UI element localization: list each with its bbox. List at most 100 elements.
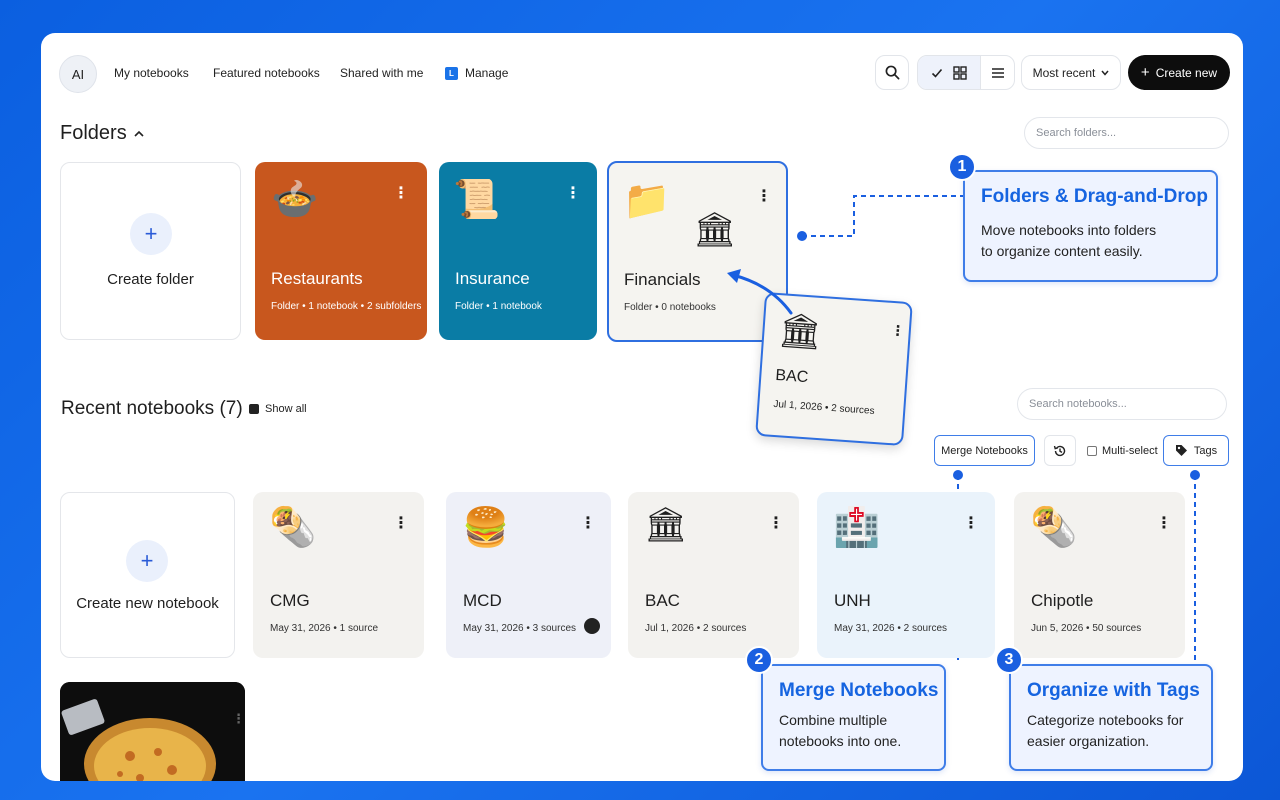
history-button[interactable] (1044, 435, 1076, 466)
show-all-label: Show all (265, 403, 307, 415)
plus-icon: + (126, 540, 168, 582)
tags-button[interactable]: Tags (1163, 435, 1229, 466)
search-folders-input[interactable]: Search folders... (1024, 117, 1229, 149)
create-notebook-card[interactable]: + Create new notebook (60, 492, 235, 658)
notebook-title: BAC (774, 366, 809, 387)
list-view-button[interactable] (980, 56, 1014, 89)
callout-title: Folders & Drag-and-Drop (981, 186, 1208, 207)
notebook-meta: Jul 1, 2026 • 2 sources (645, 623, 747, 634)
notebook-card-pizza[interactable]: ⋮ (60, 682, 245, 781)
recent-notebooks-title: Recent notebooks (7) (61, 398, 243, 419)
notebook-meta: Jun 5, 2026 • 50 sources (1031, 623, 1142, 634)
list-icon (991, 67, 1004, 78)
pizza-image (60, 682, 245, 781)
scroll-icon: 📜 (453, 177, 501, 221)
notebook-meta: May 31, 2026 • 1 source (270, 623, 379, 634)
multi-select-label: Multi-select (1102, 445, 1158, 457)
notebook-meta: Jul 1, 2026 • 2 sources (773, 398, 875, 417)
notebook-card-mcd[interactable]: 🍔 ⋮ MCD May 31, 2026 • 3 sources (446, 492, 611, 658)
folder-icon: 📁 (623, 178, 671, 222)
check-icon (931, 68, 943, 78)
plus-icon: + (130, 213, 172, 255)
folder-meta: Folder • 0 notebooks (624, 302, 716, 313)
notebook-meta: May 31, 2026 • 2 sources (834, 623, 948, 634)
more-options-icon[interactable]: ⋮ (963, 516, 979, 532)
notebook-title: Chipotle (1031, 591, 1094, 610)
more-options-icon[interactable]: ⋮ (393, 516, 409, 532)
create-folder-label: Create folder (107, 271, 194, 288)
notebook-title: BAC (645, 591, 680, 610)
notebook-title: MCD (463, 591, 502, 610)
create-notebook-label: Create new notebook (76, 595, 219, 612)
more-options-icon[interactable]: ⋮ (756, 189, 772, 205)
notebook-meta: May 31, 2026 • 3 sources (463, 623, 577, 634)
folder-meta: Folder • 1 notebook (455, 301, 542, 312)
avatar[interactable]: AI (59, 55, 97, 93)
notebook-card-unh[interactable]: 🏥 ⋮ UNH May 31, 2026 • 2 sources (817, 492, 995, 658)
folder-card-restaurants[interactable]: 🍲 ⋮ Restaurants Folder • 1 notebook • 2 … (255, 162, 427, 340)
checkbox-icon (249, 404, 259, 414)
create-new-button[interactable]: + Create new (1128, 55, 1230, 90)
notebook-card-bac[interactable]: 🏛 ⋮ BAC Jul 1, 2026 • 2 sources (628, 492, 799, 658)
nav-my-notebooks[interactable]: My notebooks (114, 66, 189, 80)
notebook-title: UNH (834, 591, 871, 610)
search-notebooks-input[interactable]: Search notebooks... (1017, 388, 1227, 420)
sort-dropdown[interactable]: Most recent (1021, 55, 1121, 90)
bank-icon: 🏛 (693, 210, 737, 250)
chevron-up-icon[interactable] (134, 130, 144, 137)
bank-icon: 🏛 (644, 505, 688, 545)
more-options-icon[interactable]: ⋮ (890, 322, 905, 339)
notebook-title: CMG (270, 591, 310, 610)
nav-shared-with-me[interactable]: Shared with me (340, 66, 423, 80)
multi-select-checkbox[interactable]: Multi-select (1087, 445, 1158, 457)
chevron-down-icon (1101, 70, 1109, 76)
callout-body: Combine multiple notebooks into one. (779, 712, 902, 749)
more-options-icon[interactable]: ⋮ (565, 186, 581, 202)
show-all-toggle[interactable]: Show all (249, 403, 307, 415)
callout-title: Organize with Tags (1027, 680, 1200, 701)
step-badge-1: 1 (948, 153, 976, 181)
callout-title: Merge Notebooks (779, 680, 939, 701)
history-icon (1053, 445, 1066, 456)
merge-notebooks-button[interactable]: Merge Notebooks (934, 435, 1035, 466)
shared-icon (584, 618, 600, 634)
create-folder-card[interactable]: + Create folder (60, 162, 241, 340)
burrito-icon: 🌯 (269, 505, 317, 549)
hospital-icon: 🏥 (833, 505, 881, 549)
more-options-icon[interactable]: ⋮ (768, 516, 784, 532)
step-badge-3: 3 (995, 646, 1023, 674)
callout-merge-notebooks: Merge Notebooks Combine multiple notebook… (761, 664, 946, 771)
drag-arrow-icon (727, 269, 793, 315)
folders-title: Folders (60, 122, 127, 144)
notebook-card-cmg[interactable]: 🌯 ⋮ CMG May 31, 2026 • 1 source (253, 492, 424, 658)
search-button[interactable] (875, 55, 909, 90)
nav-manage[interactable]: Manage (465, 66, 508, 80)
callout-folders-drag-drop: Folders & Drag-and-Drop Move notebooks i… (963, 170, 1218, 282)
connector-line-1 (797, 195, 964, 241)
folder-title: Restaurants (271, 269, 363, 288)
checkbox (1087, 446, 1097, 456)
callout-organize-tags: Organize with Tags Categorize notebooks … (1009, 664, 1213, 771)
burrito-icon: 🌯 (1030, 505, 1078, 549)
more-options-icon[interactable]: ⋮ (393, 186, 409, 202)
grid-view-button[interactable] (918, 56, 980, 89)
folder-card-insurance[interactable]: 📜 ⋮ Insurance Folder • 1 notebook (439, 162, 597, 340)
pot-of-food-icon: 🍲 (271, 177, 319, 221)
app-window: AI My notebooks Featured notebooks Share… (41, 33, 1243, 781)
more-options-icon[interactable]: ⋮ (232, 712, 245, 725)
step-badge-2: 2 (745, 646, 773, 674)
plus-icon: + (1140, 64, 1150, 81)
hamburger-icon: 🍔 (462, 505, 510, 549)
view-toggle (917, 55, 1015, 90)
manage-icon: L (445, 67, 458, 80)
nav-featured-notebooks[interactable]: Featured notebooks (213, 66, 320, 80)
create-new-label: Create new (1155, 65, 1218, 80)
tags-label: Tags (1193, 444, 1218, 457)
notebook-card-chipotle[interactable]: 🌯 ⋮ Chipotle Jun 5, 2026 • 50 sources (1014, 492, 1185, 658)
search-icon (885, 65, 899, 80)
folder-meta: Folder • 1 notebook • 2 subfolders (271, 301, 422, 312)
folder-title: Financials (624, 270, 701, 289)
callout-body: Categorize notebooks for easier organizat… (1027, 712, 1184, 749)
more-options-icon[interactable]: ⋮ (580, 516, 596, 532)
more-options-icon[interactable]: ⋮ (1156, 516, 1172, 532)
